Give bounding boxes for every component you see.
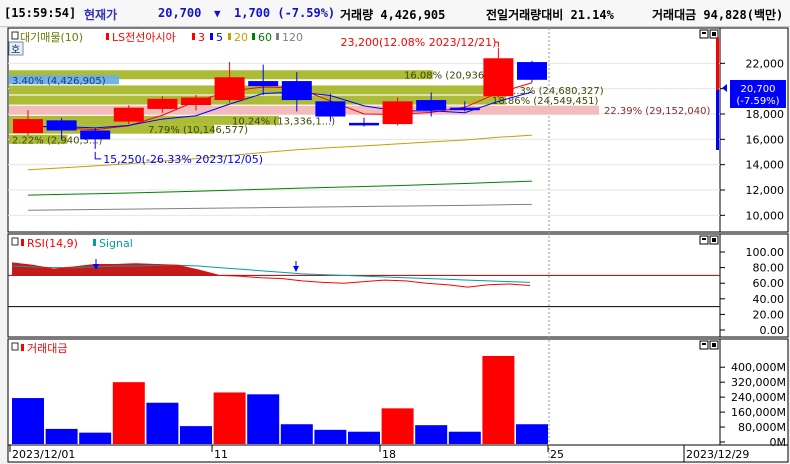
rsi-axis-label: 0.00 xyxy=(760,324,785,337)
legend-ma3[interactable]: 3 xyxy=(198,31,205,44)
volume-profile-label: 3.40% (4,426,905) xyxy=(12,76,106,87)
candle-body xyxy=(46,120,77,131)
candle-body xyxy=(248,81,279,87)
legend-rsi[interactable]: RSI(14,9) xyxy=(27,237,78,250)
date-axis-label: 2023/12/01 xyxy=(12,448,75,461)
amount-axis-label: 80,000M xyxy=(738,421,786,434)
rsi-axis-label: 100.00 xyxy=(746,246,785,259)
amount-bar xyxy=(12,398,44,444)
volume-profile-label: 18.86% (24,549,451) xyxy=(492,96,598,107)
amount-bar xyxy=(381,408,414,444)
amount-bar xyxy=(247,394,280,444)
legend-stock-name[interactable]: LS전선아시아 xyxy=(112,31,176,44)
legend-signal[interactable]: Signal xyxy=(99,237,133,250)
candle-body xyxy=(214,77,245,101)
quote-header-bar: [15:59:54] 현재가 20,700 ▼ 1,700 (-7.59%) 거… xyxy=(0,0,790,27)
low-price-annotation: 15,250(-26.33% 2023/12/05) xyxy=(103,153,263,166)
price-down-arrow-icon: ▼ xyxy=(214,7,221,20)
amount-axis-label: 0M xyxy=(770,436,787,449)
legend-ma120[interactable]: 120 xyxy=(282,31,303,44)
price-axis-label: 16,000 xyxy=(746,133,785,146)
trading-amount-readout: 거래대금 94,828(백만) xyxy=(652,8,784,22)
amount-axis-label: 320,000M xyxy=(731,376,786,389)
date-axis-label: 2023/12/29 xyxy=(686,448,749,461)
amount-axis-label: 400,000M xyxy=(731,361,786,374)
high-price-annotation: 23,200(12.08% 2023/12/21) xyxy=(340,36,496,49)
candle-body xyxy=(483,58,514,97)
candle-body xyxy=(382,101,413,125)
price-axis-label: 22,000 xyxy=(746,57,785,70)
amount-bar xyxy=(146,402,179,444)
rsi-axis-label: 40.00 xyxy=(753,293,785,306)
candle-body xyxy=(181,97,211,106)
current-price-box-value: 20,700 xyxy=(741,84,776,95)
amount-bar xyxy=(79,432,112,444)
amount-bar xyxy=(180,426,212,444)
quote-time: [15:59:54] xyxy=(4,6,77,20)
candle-body xyxy=(113,107,144,122)
amount-bar xyxy=(112,382,145,444)
candle-body xyxy=(281,81,312,101)
price-axis-label: 12,000 xyxy=(746,184,785,197)
candle-body xyxy=(315,101,346,117)
amount-axis-label: 160,000M xyxy=(731,406,786,419)
candle-body xyxy=(147,98,178,109)
amount-bar xyxy=(415,425,448,444)
legend-ma60[interactable]: 60 xyxy=(258,31,272,44)
price-axis-label: 10,000 xyxy=(746,209,785,222)
current-price-box-change: (-7.59%) xyxy=(736,96,779,107)
amount-bar xyxy=(213,392,246,444)
current-price-value: 20,700 xyxy=(158,6,202,20)
amount-axis-label: 240,000M xyxy=(731,391,786,404)
stock-chart-window: [15:59:54] 현재가 20,700 ▼ 1,700 (-7.59%) 거… xyxy=(0,0,790,464)
amount-bar xyxy=(448,431,481,444)
hoga-button[interactable]: 호 xyxy=(8,41,24,56)
date-axis-label: 18 xyxy=(382,448,396,461)
legend-trading-amount[interactable]: 거래대금 xyxy=(27,342,67,355)
price-axis-label: 18,000 xyxy=(746,108,785,121)
amount-bar xyxy=(314,429,347,444)
volume-ratio-readout: 전일거래량대비 21.14% xyxy=(486,8,614,22)
volume-readout: 거래량 4,426,905 xyxy=(340,8,446,22)
price-change: 1,700 (-7.59%) xyxy=(234,6,336,20)
candle-body xyxy=(13,119,43,133)
price-range-bar-down xyxy=(716,90,719,150)
legend-supply-zone[interactable]: 대기매물(10) xyxy=(20,31,83,44)
current-price-label: 현재가 xyxy=(84,8,118,22)
chart-canvas[interactable]: 16.08% (20,936,...)3.40% (4,426,905)...3… xyxy=(0,26,790,464)
candle-body xyxy=(80,130,111,140)
volume-profile-label: 7.79% (10,146,577) xyxy=(148,125,248,136)
amount-bar xyxy=(45,428,78,444)
candle-body xyxy=(349,122,379,126)
rsi-axis-label: 20.00 xyxy=(753,308,785,321)
volume-profile-label: 22.39% (29,152,040) xyxy=(604,106,710,117)
amount-bar xyxy=(280,424,313,444)
amount-bar xyxy=(482,356,515,444)
amount-bar xyxy=(348,431,380,444)
candle-body xyxy=(416,100,447,111)
date-axis-panel xyxy=(7,444,789,463)
price-axis-label: 14,000 xyxy=(746,159,785,172)
rsi-legend: RSI(14,9) Signal xyxy=(11,237,133,250)
date-axis-label: 11 xyxy=(214,448,228,461)
date-axis-label: 25 xyxy=(550,448,564,461)
hoga-label: 호 xyxy=(11,44,20,56)
legend-ma5[interactable]: 5 xyxy=(216,31,223,44)
candle-body xyxy=(449,107,480,111)
candle-body xyxy=(517,62,547,80)
amount-bar xyxy=(516,424,548,444)
legend-ma20[interactable]: 20 xyxy=(234,31,248,44)
rsi-axis-label: 80.00 xyxy=(753,262,785,275)
rsi-axis-label: 60.00 xyxy=(753,277,785,290)
price-legend: 대기매물(10) LS전선아시아 3 5 20 60 120 xyxy=(11,31,303,44)
